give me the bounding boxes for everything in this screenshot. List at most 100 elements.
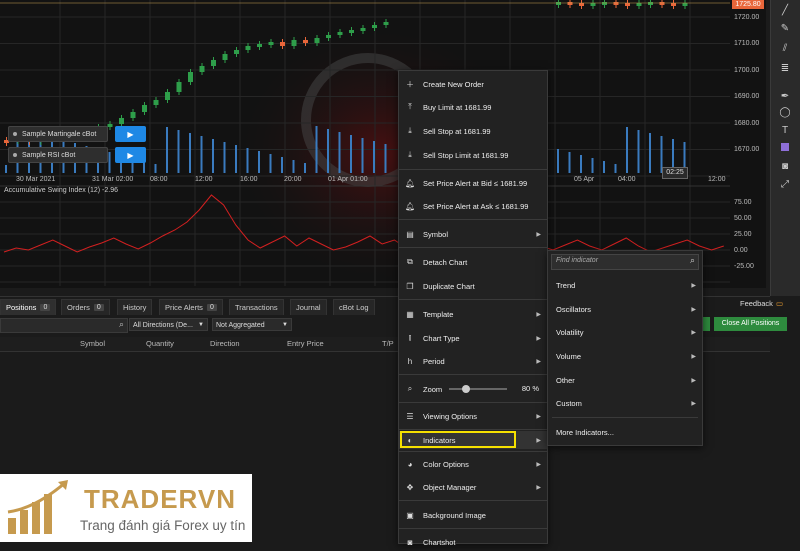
submenu-arrow-icon: ▶ — [536, 335, 541, 342]
oscillator-title: Accumulative Swing Index (12) -2.96 — [4, 187, 118, 194]
submenu-custom[interactable]: Custom ▶ — [556, 394, 696, 412]
menu-separator — [399, 429, 547, 430]
menu-label: Set Price Alert at Bid ≤ 1681.99 — [423, 178, 528, 188]
ruler-icon[interactable]: ⫽ — [777, 42, 793, 56]
tab-journal[interactable]: Journal — [290, 299, 327, 315]
menu-background-image[interactable]: ▣ Background Image — [399, 506, 547, 524]
menu-detach-chart[interactable]: ⧉ Detach Chart — [399, 253, 547, 271]
camera-icon[interactable]: ◙ — [777, 160, 793, 174]
fibonacci-icon[interactable]: ≣ — [777, 62, 793, 76]
submenu-volume[interactable]: Volume ▶ — [556, 347, 696, 365]
menu-label: Volume — [556, 351, 582, 361]
menu-chartshot[interactable]: ◙ Chartshot — [399, 533, 547, 551]
chart-type-icon: ⫾ — [408, 333, 412, 342]
chart-area[interactable]: 1720.00 1710.00 1700.00 1690.00 1680.00 … — [0, 0, 766, 288]
zoom-slider[interactable] — [449, 385, 507, 393]
submenu-volatility[interactable]: Volatility ▶ — [556, 323, 696, 341]
shape-icon[interactable]: ◯ — [777, 106, 793, 120]
expand-icon[interactable]: ⤢ — [777, 178, 793, 192]
menu-alert-bid[interactable]: 🔔︎ Set Price Alert at Bid ≤ 1681.99 — [399, 174, 547, 192]
tab-transactions[interactable]: Transactions — [229, 299, 284, 315]
aggregation-value: Not Aggregated — [216, 322, 265, 329]
menu-create-order[interactable]: ＋ Create New Order — [399, 75, 547, 93]
tab-cbot-log[interactable]: cBot Log — [333, 299, 375, 315]
submenu-oscillators[interactable]: Oscillators ▶ — [556, 300, 696, 318]
submenu-arrow-icon: ▶ — [536, 231, 541, 238]
search-input[interactable]: ⌕ — [0, 318, 128, 333]
search-icon: ⌕ — [689, 255, 695, 265]
submenu-arrow-icon: ▶ — [691, 400, 696, 407]
menu-chart-type[interactable]: ⫾ Chart Type ▶ — [399, 329, 547, 347]
menu-separator — [399, 247, 547, 248]
col-symbol[interactable]: Symbol — [80, 339, 105, 348]
tab-history[interactable]: History — [117, 299, 153, 315]
aggregation-dropdown[interactable]: Not Aggregated ▼ — [212, 318, 292, 331]
price-tick: 1670.00 — [734, 146, 760, 153]
menu-label: Background Image — [423, 510, 486, 520]
candle-body — [625, 3, 630, 6]
indicator-search-input[interactable]: Find indicator ⌕ — [551, 254, 699, 270]
crosshair-time-label: 02:25 — [662, 167, 688, 179]
tab-price-alerts[interactable]: Price Alerts 0 — [159, 299, 223, 315]
chart-canvas[interactable] — [0, 0, 766, 288]
tab-orders[interactable]: Orders 0 — [61, 299, 110, 315]
upload-icon: ⤒ — [408, 102, 412, 111]
col-quantity[interactable]: Quantity — [146, 339, 174, 348]
menu-buy-limit[interactable]: ⤒ Buy Limit at 1681.99 — [399, 98, 547, 116]
current-price-label: 1725.80 — [732, 0, 764, 9]
candle-body — [291, 40, 297, 46]
menu-sell-stop-limit[interactable]: ⤓ Sell Stop Limit at 1681.99 — [399, 146, 547, 164]
submenu-trend[interactable]: Trend ▶ — [556, 276, 696, 294]
close-all-positions-button[interactable]: Close All Positions — [714, 317, 787, 331]
feedback-link[interactable]: Feedback ▭ — [740, 299, 783, 308]
tab-count: 0 — [206, 304, 217, 311]
submenu-more-indicators[interactable]: More Indicators... — [556, 423, 696, 441]
bot-status-dot — [13, 153, 17, 157]
volume-bar — [338, 132, 341, 173]
play-button[interactable]: ▶ — [115, 147, 146, 163]
cbot-rsi[interactable]: Sample RSI cBot — [8, 147, 108, 163]
price-tick: 1710.00 — [734, 40, 760, 47]
col-entry-price[interactable]: Entry Price — [287, 339, 324, 348]
menu-label: Color Options — [423, 459, 469, 469]
menu-color-options[interactable]: ◕ Color Options ▶ — [399, 455, 547, 473]
zoom-slider-knob[interactable] — [461, 385, 470, 393]
candle-body — [268, 42, 274, 45]
menu-viewing-options[interactable]: ☰ Viewing Options ▶ — [399, 407, 547, 425]
play-button[interactable]: ▶ — [115, 126, 146, 142]
price-tick: 1720.00 — [734, 14, 760, 21]
logo-tagline: Trang đánh giá Forex uy tín — [80, 518, 246, 533]
time-tick: 12:00 — [195, 176, 213, 183]
cbot-martingale[interactable]: Sample Martingale cBot — [8, 126, 108, 142]
candle-body — [659, 2, 665, 5]
tab-positions[interactable]: Positions 0 — [0, 299, 57, 315]
menu-period[interactable]: h Period ▶ — [399, 352, 547, 370]
detach-icon: ⧉ — [407, 257, 413, 266]
price-tick: 1690.00 — [734, 93, 760, 100]
rectangle-icon[interactable] — [777, 142, 793, 156]
menu-sell-stop[interactable]: ⤓ Sell Stop at 1681.99 — [399, 122, 547, 140]
direction-dropdown[interactable]: All Directions (De... ▼ — [129, 318, 208, 331]
trend-line-icon[interactable]: ╱ — [777, 4, 793, 18]
menu-template[interactable]: ▦ Template ▶ — [399, 305, 547, 323]
candle-body — [188, 72, 193, 82]
volume-bar — [614, 164, 617, 173]
volume-bar — [166, 127, 168, 173]
price-axis[interactable]: 1720.00 1710.00 1700.00 1690.00 1680.00 … — [730, 0, 766, 180]
col-direction[interactable]: Direction — [210, 339, 240, 348]
menu-zoom[interactable]: ⌕ Zoom 80 % — [399, 380, 547, 398]
search-placeholder: Find indicator — [556, 257, 599, 264]
menu-object-manager[interactable]: ✥ Object Manager ▶ — [399, 478, 547, 496]
pen-icon[interactable]: ✒ — [777, 90, 793, 104]
indicators-submenu: Find indicator ⌕ Trend ▶ Oscillators ▶ Vol… — [547, 250, 703, 446]
volume-bar — [235, 145, 237, 173]
volume-bar — [580, 155, 582, 173]
menu-symbol[interactable]: ▤ Symbol ▶ — [399, 225, 547, 243]
pencil-icon[interactable]: ✎ — [777, 22, 793, 36]
text-icon[interactable]: T — [777, 124, 793, 138]
volume-bar — [269, 154, 272, 173]
col-tp[interactable]: T/P — [382, 339, 394, 348]
submenu-other[interactable]: Other ▶ — [556, 371, 696, 389]
menu-alert-ask[interactable]: 🔔︎ Set Price Alert at Ask ≤ 1681.99 — [399, 197, 547, 215]
menu-duplicate-chart[interactable]: ❐ Duplicate Chart — [399, 277, 547, 295]
